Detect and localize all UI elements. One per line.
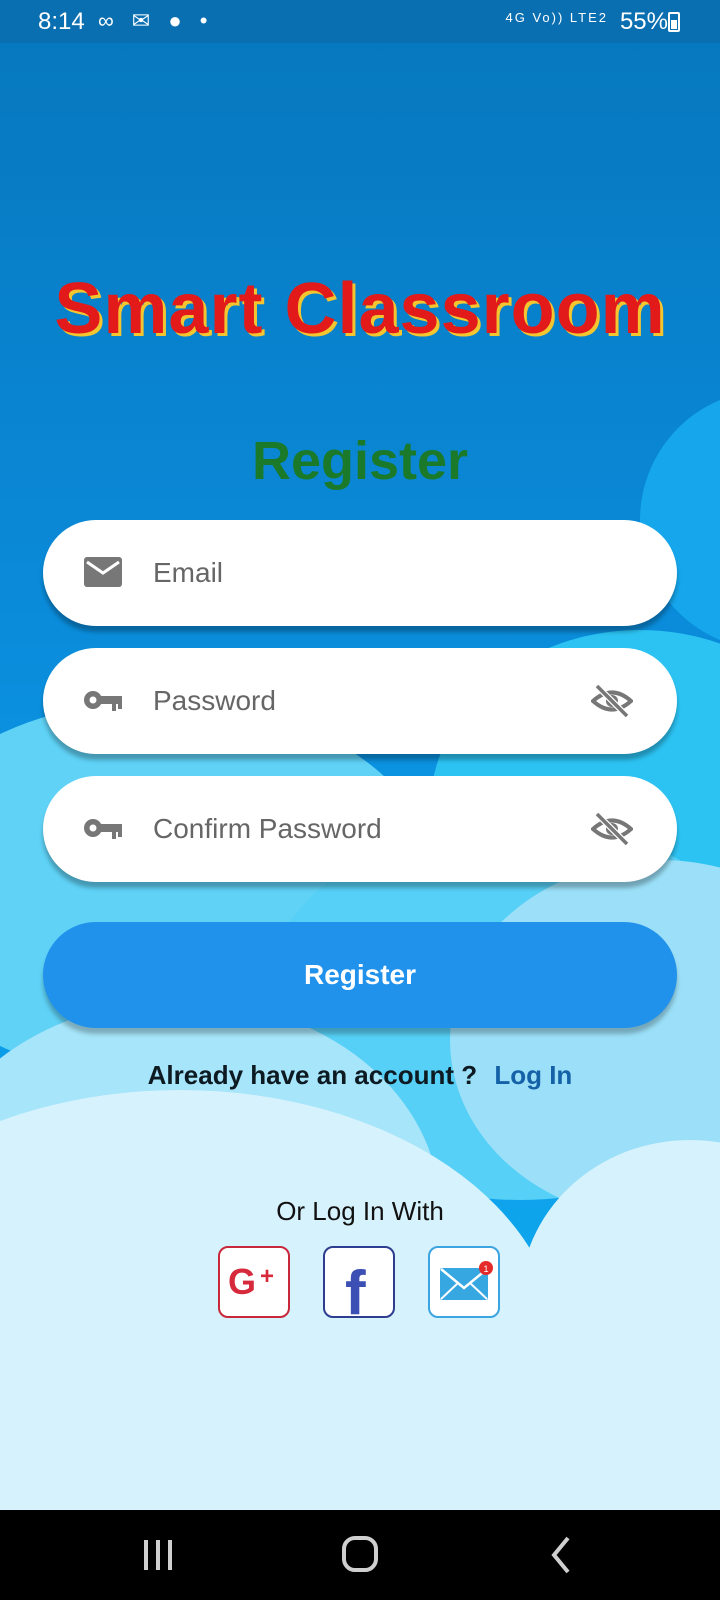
email-login-button[interactable]: 1 (428, 1246, 500, 1318)
back-icon[interactable] (532, 1530, 592, 1580)
facebook-login-button[interactable]: f (323, 1246, 395, 1328)
password-input[interactable] (153, 648, 573, 754)
mail-badge-count: 1 (483, 1264, 488, 1274)
key-icon (84, 819, 122, 839)
google-login-button[interactable]: G + (218, 1246, 290, 1318)
login-prompt: Already have an account ? Log In (0, 1060, 720, 1091)
login-prompt-text: Already have an account ? (147, 1060, 478, 1090)
svg-text:f: f (345, 1259, 366, 1316)
register-screen: 8:14 ∞ ✉ ● • 4G Vo)) LTE2 55% Smart Clas… (0, 0, 720, 1600)
confirm-password-input[interactable] (153, 776, 573, 882)
network-indicator: 4G Vo)) LTE2 (505, 10, 608, 25)
recent-apps-icon[interactable] (128, 1530, 188, 1580)
email-app-icon: 1 (440, 1261, 493, 1300)
status-bar: 8:14 ∞ ✉ ● • 4G Vo)) LTE2 55% (0, 0, 720, 43)
password-field[interactable] (43, 648, 677, 754)
status-time: 8:14 (38, 8, 85, 35)
google-plus-icon: G + (228, 1261, 274, 1302)
mail-icon (84, 557, 122, 587)
social-login-label: Or Log In With (276, 1196, 444, 1226)
eye-off-icon[interactable] (591, 808, 633, 850)
home-icon[interactable] (330, 1530, 390, 1580)
notification-icons: ∞ ✉ ● • (98, 8, 214, 33)
login-link[interactable]: Log In (494, 1060, 572, 1090)
facebook-icon: f (345, 1259, 366, 1328)
battery-icon (668, 12, 680, 32)
app-title: Smart Classroom (54, 269, 666, 349)
confirm-password-field[interactable] (43, 776, 677, 882)
key-icon (84, 691, 122, 711)
email-input[interactable] (153, 520, 573, 626)
eye-off-icon[interactable] (591, 680, 633, 722)
email-field[interactable] (43, 520, 677, 626)
svg-text:G: G (228, 1261, 256, 1302)
form-title: Register (251, 431, 469, 491)
battery-percent: 55% (619, 8, 668, 35)
system-nav-bar (0, 1510, 720, 1600)
svg-text:+: + (260, 1263, 274, 1290)
register-button[interactable]: Register (43, 922, 677, 1028)
